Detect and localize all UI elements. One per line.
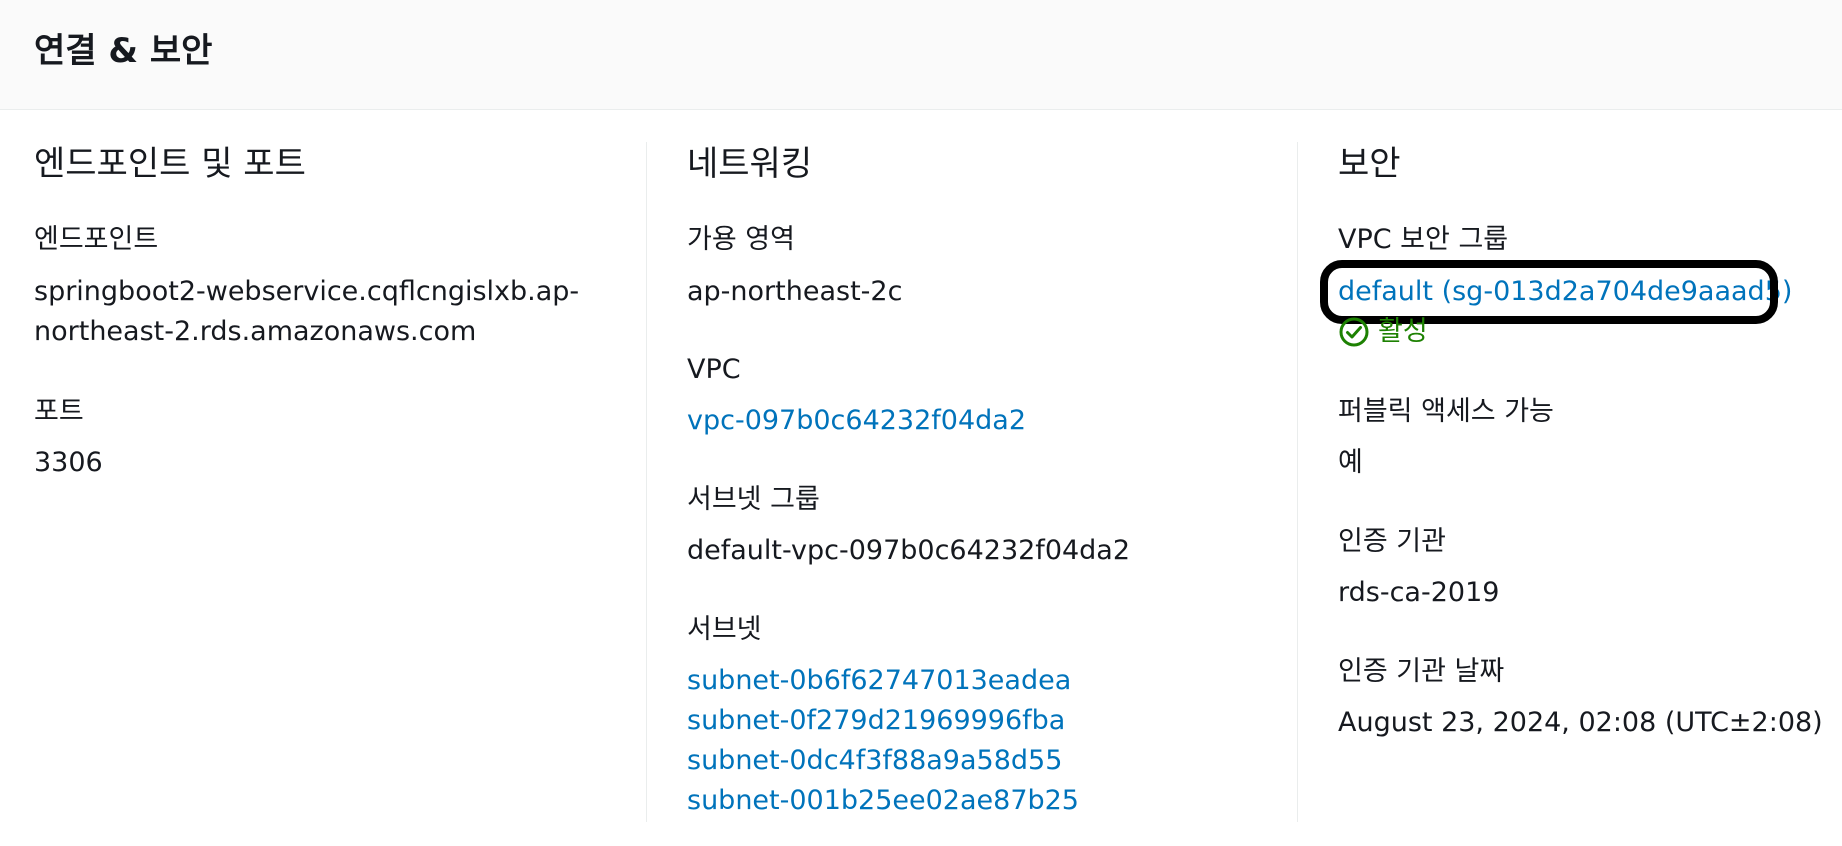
- section-title-security: 보안: [1338, 144, 1401, 184]
- column-divider: [1297, 142, 1298, 822]
- certificate-authority-date-value: August 23, 2024, 02:08 (UTC±2:08): [1338, 707, 1823, 738]
- port-label: 포트: [34, 396, 84, 427]
- section-title-endpoint: 엔드포인트 및 포트: [34, 144, 306, 184]
- subnet-link[interactable]: subnet-001b25ee02ae87b25: [687, 785, 1079, 816]
- section-title-networking: 네트워킹: [687, 144, 813, 184]
- security-group-status: 활성: [1338, 312, 1428, 352]
- column-divider: [646, 142, 647, 822]
- availability-zone-label: 가용 영역: [687, 224, 795, 255]
- subnet-link[interactable]: subnet-0f279d21969996fba: [687, 705, 1065, 736]
- panel-header: 연결 & 보안: [0, 0, 1842, 110]
- public-access-value: 예: [1338, 447, 1363, 478]
- subnet-link[interactable]: subnet-0b6f62747013eadea: [687, 665, 1071, 696]
- vpc-label: VPC: [687, 354, 741, 385]
- vpc-link[interactable]: vpc-097b0c64232f04da2: [687, 405, 1026, 436]
- public-access-label: 퍼블릭 액세스 가능: [1338, 396, 1554, 427]
- subnet-group-value: default-vpc-097b0c64232f04da2: [687, 535, 1131, 566]
- status-text: 활성: [1378, 316, 1428, 347]
- certificate-authority-value: rds-ca-2019: [1338, 577, 1500, 608]
- certificate-authority-date-label: 인증 기관 날짜: [1338, 656, 1505, 687]
- subnet-link[interactable]: subnet-0dc4f3f88a9a58d55: [687, 745, 1062, 776]
- subnets-label: 서브넷: [687, 614, 762, 645]
- port-value: 3306: [34, 447, 103, 478]
- panel-title: 연결 & 보안: [34, 31, 213, 71]
- subnet-group-label: 서브넷 그룹: [687, 484, 820, 515]
- check-circle-icon: [1339, 317, 1369, 347]
- certificate-authority-label: 인증 기관: [1338, 526, 1446, 557]
- endpoint-value-line2: northeast-2.rds.amazonaws.com: [34, 316, 477, 347]
- endpoint-label: 엔드포인트: [34, 224, 159, 255]
- security-group-link[interactable]: default (sg-013d2a704de9aaad5): [1338, 276, 1792, 307]
- availability-zone-value: ap-northeast-2c: [687, 276, 903, 307]
- vpc-security-group-label: VPC 보안 그룹: [1338, 224, 1509, 255]
- endpoint-value-line1: springboot2-webservice.cqflcngislxb.ap-: [34, 276, 580, 307]
